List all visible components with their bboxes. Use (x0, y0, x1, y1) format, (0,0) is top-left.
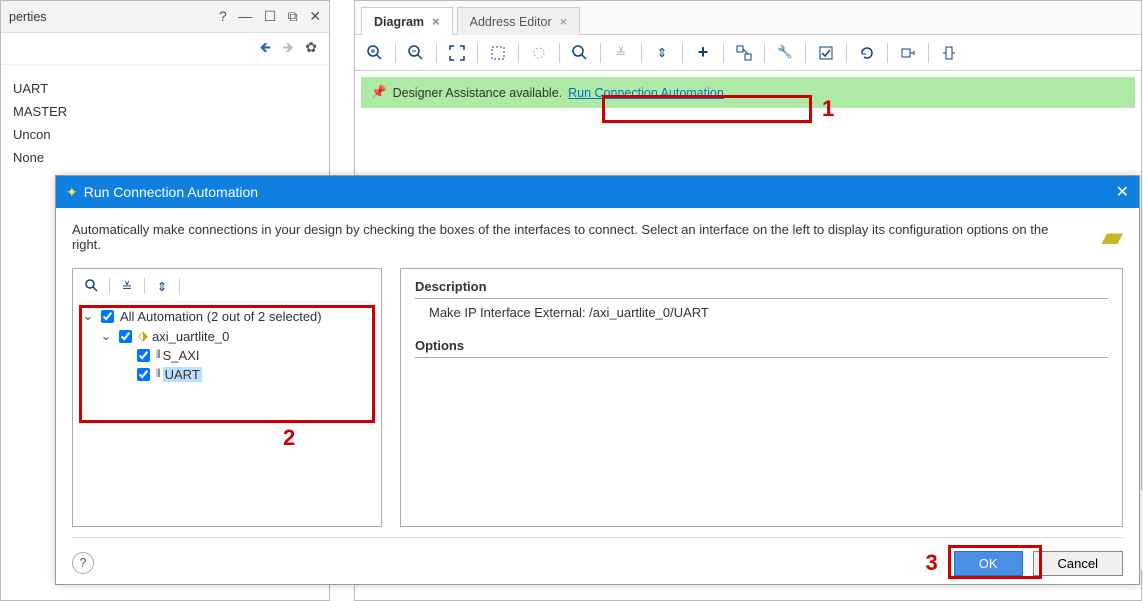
popout-icon[interactable]: ⧉ (288, 8, 298, 24)
run-connection-automation-dialog: ✦ Run Connection Automation ✕ Automatica… (55, 175, 1140, 585)
pin-icon: 📌 (371, 85, 387, 100)
pin-icon[interactable] (937, 41, 961, 65)
step-number-1: 1 (822, 96, 834, 122)
automation-details-pane: Description Make IP Interface External: … (400, 268, 1123, 527)
back-icon[interactable]: 🡸 (260, 39, 271, 55)
properties-body: UART MASTER Uncon None (1, 65, 329, 181)
collapse-all-icon[interactable]: ≚ (116, 275, 138, 297)
dialog-titlebar[interactable]: ✦ Run Connection Automation ✕ (56, 176, 1139, 208)
options-header: Options (415, 338, 1108, 358)
minimize-icon[interactable]: — (238, 8, 252, 24)
zoom-in-icon[interactable] (363, 41, 387, 65)
help-icon[interactable]: ? (219, 8, 227, 24)
regenerate-icon[interactable] (855, 41, 879, 65)
automation-tree-pane: ≚ ⇕ ⌄ All Automation (2 out of 2 selecte… (72, 268, 382, 527)
help-icon[interactable]: ? (72, 552, 94, 574)
select-icon[interactable] (527, 41, 551, 65)
tab-diagram-label: Diagram (374, 15, 424, 29)
property-item: None (13, 150, 317, 165)
search-icon[interactable] (568, 41, 592, 65)
close-icon[interactable]: ✕ (1116, 182, 1129, 202)
tab-address-label: Address Editor (470, 15, 552, 29)
search-icon[interactable] (81, 275, 103, 297)
annotation-box-2 (79, 305, 375, 423)
zoom-out-icon[interactable] (404, 41, 428, 65)
dialog-footer: ? 3 OK Cancel (72, 537, 1123, 576)
tabs: Diagram × Address Editor × (355, 1, 1141, 35)
description-header: Description (415, 279, 1108, 299)
step-number-2: 2 (283, 425, 295, 451)
close-icon[interactable]: ✕ (309, 8, 321, 24)
dialog-description: Automatically make connections in your d… (72, 222, 1123, 252)
tab-address-editor[interactable]: Address Editor × (457, 7, 581, 35)
collapse-icon[interactable]: ≚ (609, 41, 633, 65)
cancel-button[interactable]: Cancel (1033, 551, 1123, 576)
zoom-area-icon[interactable] (486, 41, 510, 65)
maximize-icon[interactable]: ☐ (264, 8, 277, 24)
forward-icon[interactable]: 🡺 (282, 39, 293, 55)
banner-text: Designer Assistance available. (393, 86, 563, 100)
properties-title: perties (9, 10, 211, 24)
settings-icon[interactable]: ✿ (305, 39, 317, 55)
property-item: MASTER (13, 104, 317, 119)
properties-header: perties ? — ☐ ⧉ ✕ (1, 1, 329, 33)
tab-diagram[interactable]: Diagram × (361, 7, 453, 35)
annotation-box-1 (602, 95, 812, 123)
diagram-toolbar: ≚ ⇕ + 🔧 (355, 35, 1141, 71)
description-value: Make IP Interface External: /axi_uartlit… (415, 305, 1108, 320)
step-number-3: 3 (925, 550, 937, 576)
property-item: UART (13, 81, 317, 96)
wrench-icon[interactable]: 🔧 (773, 41, 797, 65)
expand-all-icon[interactable]: ⇕ (151, 275, 173, 297)
connection-icon[interactable] (732, 41, 756, 65)
close-icon[interactable]: × (432, 14, 440, 29)
xilinx-logo-icon: ▰ (1101, 220, 1123, 253)
expand-icon[interactable]: ⇕ (650, 41, 674, 65)
vivado-icon: ✦ (66, 184, 78, 201)
property-item: Uncon (13, 127, 317, 142)
dialog-title: Run Connection Automation (84, 184, 258, 200)
zoom-fit-icon[interactable] (445, 41, 469, 65)
validate-icon[interactable] (814, 41, 838, 65)
optimize-icon[interactable] (896, 41, 920, 65)
close-icon[interactable]: × (560, 14, 568, 29)
properties-toolbar: 🡸 🡺 ✿ (1, 33, 329, 65)
annotation-box-3 (948, 545, 1042, 579)
add-ip-icon[interactable]: + (691, 41, 715, 65)
